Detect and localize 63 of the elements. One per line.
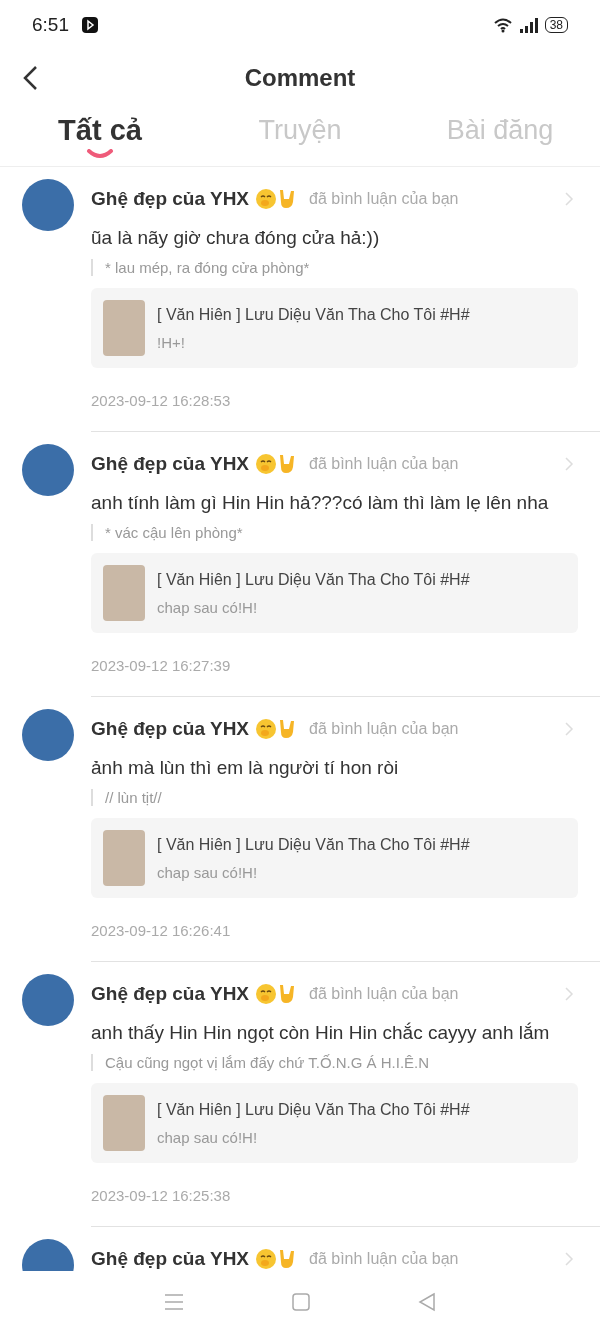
comment-text: anh tính làm gì Hin Hin hả???có làm thì làm lẹ lên nha (91, 492, 550, 514)
cover-placeholder (103, 1095, 145, 1151)
chevron-right-icon[interactable] (564, 986, 574, 1002)
avatar[interactable] (22, 974, 74, 1026)
comment-time: 2023-09-12 16:27:39 (91, 657, 232, 674)
story-comment: chap sau có!H! (157, 863, 259, 881)
cover-placeholder (103, 300, 145, 356)
username[interactable]: Ghệ đẹp của YHX (91, 983, 250, 1005)
avatar[interactable] (22, 179, 74, 231)
quoted-text: * lau mép, ra đóng cửa phòng* (91, 259, 600, 276)
story-title: [ Văn Hiên ] Lưu Diệu Văn Tha Cho Tôi #H# (157, 835, 470, 854)
chevron-right-icon[interactable] (564, 456, 574, 472)
username[interactable]: Ghệ đẹp của YHX (91, 188, 250, 210)
comment-time: 2023-09-12 16:28:53 (91, 392, 232, 409)
play-icon (81, 16, 99, 34)
cover-placeholder (103, 830, 145, 886)
story-card[interactable]: [ Văn Hiên ] Lưu Diệu Văn Tha Cho Tôi #H# chap sau có!H! (91, 1083, 578, 1163)
story-comment: chap sau có!H! (157, 598, 259, 616)
story-comment: !H+! (157, 333, 186, 351)
menu-icon[interactable] (164, 1293, 184, 1311)
comment-text: anh thấy Hin Hin ngọt còn Hin Hin chắc cayyy anh lắm (91, 1022, 551, 1044)
username[interactable]: Ghệ đẹp của YHX (91, 718, 250, 740)
story-card[interactable]: [ Văn Hiên ] Lưu Diệu Văn Tha Cho Tôi #H# chap sau có!H! (91, 818, 578, 898)
story-title: [ Văn Hiên ] Lưu Diệu Văn Tha Cho Tôi #H# (157, 305, 470, 324)
quoted-text: // lùn tịt// (91, 789, 600, 806)
quoted-text: * vác cậu lên phòng* (91, 524, 600, 541)
comment-time: 2023-09-12 16:26:41 (91, 922, 232, 939)
action-text: đã bình luận của bạn (309, 1250, 459, 1268)
emoji-face-icon (255, 983, 278, 1005)
story-comment: chap sau có!H! (157, 1128, 259, 1146)
emoji-face-icon (255, 188, 278, 210)
page-title: Comment (244, 64, 356, 92)
tab[interactable]: Tất cả (0, 106, 200, 166)
action-text: đã bình luận của bạn (309, 455, 459, 473)
wifi-icon (492, 17, 513, 33)
action-text: đã bình luận của bạn (309, 720, 459, 738)
avatar[interactable] (22, 444, 74, 496)
emoji-face-icon (255, 718, 278, 740)
chevron-right-icon[interactable] (564, 1251, 574, 1267)
username[interactable]: Ghệ đẹp của YHX (91, 453, 250, 475)
comment-text: ũa là nãy giờ chưa đóng cửa hả:)) (91, 227, 381, 249)
story-card[interactable]: [ Văn Hiên ] Lưu Diệu Văn Tha Cho Tôi #H# chap sau có!H! (91, 553, 578, 633)
story-card[interactable]: [ Văn Hiên ] Lưu Diệu Văn Tha Cho Tôi #H# !H+! (91, 288, 578, 368)
emoji-face-icon (255, 453, 278, 475)
action-text: đã bình luận của bạn (309, 985, 459, 1003)
tab-indicator (86, 148, 114, 159)
username[interactable]: Ghệ đẹp của YHX (91, 1248, 250, 1270)
action-text: đã bình luận của bạn (309, 190, 459, 208)
story-title: [ Văn Hiên ] Lưu Diệu Văn Tha Cho Tôi #H# (157, 1100, 470, 1119)
status-time: 6:51 (32, 14, 69, 36)
battery-level: 38 (544, 17, 568, 33)
cover-placeholder (103, 565, 145, 621)
comment-text: ảnh mà lùn thì em là người tí hon ròi (91, 757, 400, 779)
home-icon[interactable] (292, 1293, 310, 1311)
back-nav-icon[interactable] (418, 1292, 436, 1312)
signal-icon (518, 17, 539, 33)
chevron-right-icon[interactable] (564, 191, 574, 207)
comment-time: 2023-09-12 16:25:38 (91, 1187, 232, 1204)
emoji-face-icon (255, 1248, 278, 1270)
story-title: [ Văn Hiên ] Lưu Diệu Văn Tha Cho Tôi #H# (157, 570, 470, 589)
chevron-right-icon[interactable] (564, 721, 574, 737)
avatar[interactable] (22, 709, 74, 761)
quoted-text: Cậu cũng ngọt vị lắm đấy chứ T.Ố.N.G Á H.I.Ê.N (91, 1054, 600, 1071)
